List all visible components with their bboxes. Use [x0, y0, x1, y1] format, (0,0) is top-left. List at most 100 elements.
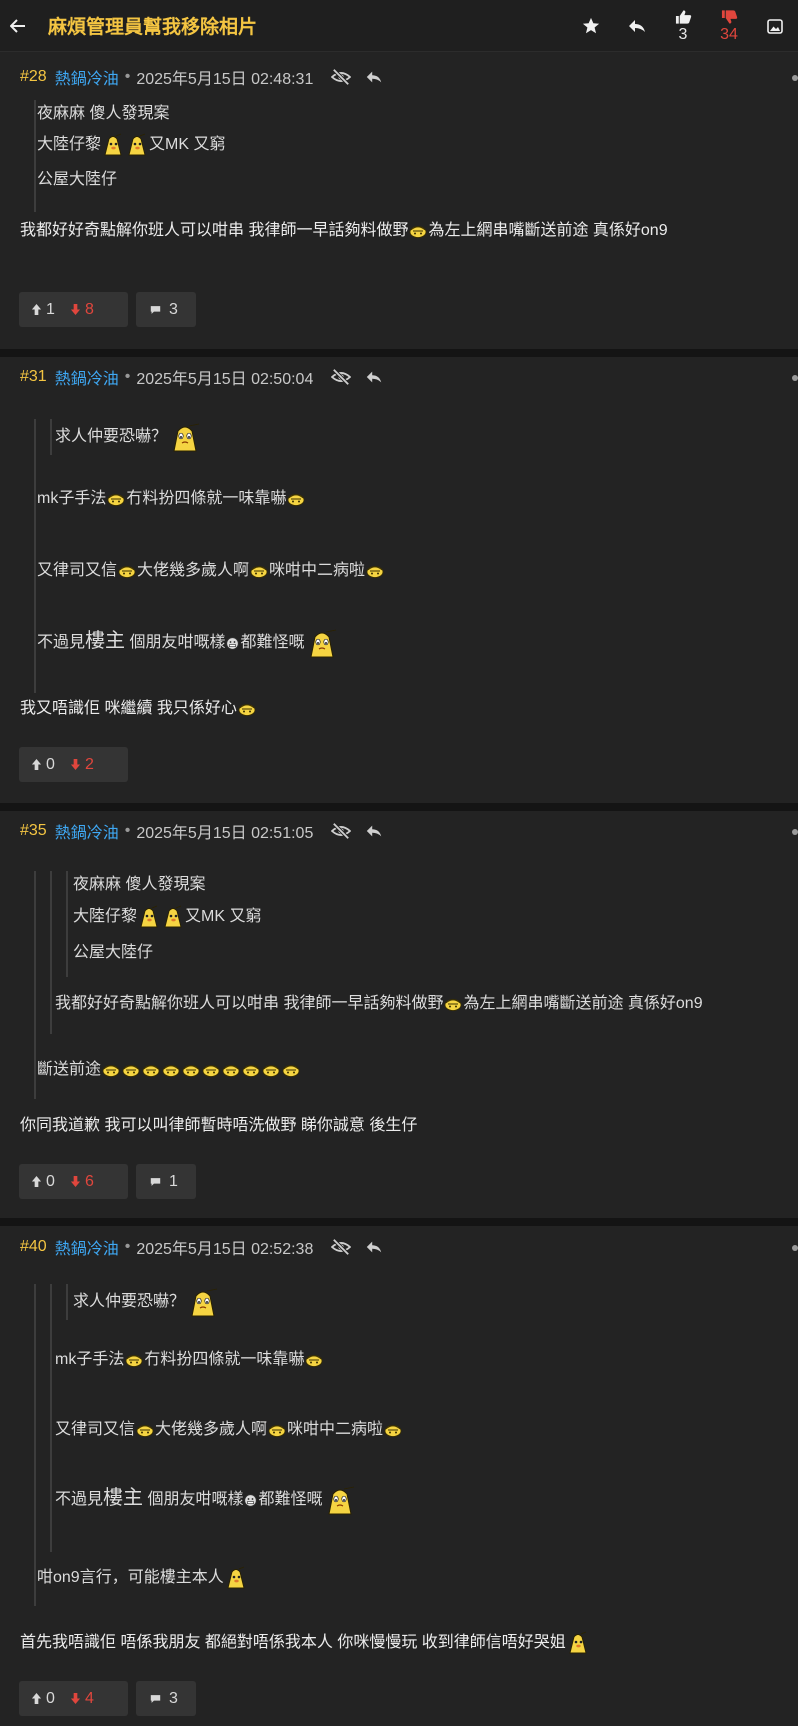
nested-quote-line: 夜麻麻 傻人發現案 [73, 876, 206, 893]
image-mode-button[interactable] [752, 0, 798, 52]
sweat-emoticon-icon [268, 1423, 286, 1437]
reply-icon [365, 822, 383, 840]
hide-post-button[interactable] [331, 368, 351, 386]
thread-upvote-count: 3 [678, 26, 688, 43]
quote-line: 大陸仔黎 又MK 又窮 [37, 133, 225, 157]
big-bird-emoticon-icon [169, 421, 201, 453]
post-divider [0, 349, 798, 357]
upvote-thread-button[interactable]: 3 [660, 0, 706, 52]
quote-reply-button[interactable] [365, 368, 383, 386]
sweat-emoticon-icon [262, 1063, 280, 1077]
sweat-emoticon-icon [238, 702, 256, 716]
post-timestamp: 2025年5月15日 02:50:04 [136, 371, 314, 388]
reply-icon [627, 16, 647, 36]
meta-separator: • [124, 1238, 131, 1255]
sweat-emoticon-icon [118, 564, 136, 578]
upvote-count: 1 [46, 300, 55, 318]
vote-buttons[interactable]: 1 8 [19, 292, 128, 327]
post-number[interactable]: #40 [20, 1238, 47, 1256]
post-meta: #31 熱鍋冷油 • 2025年5月15日 02:50:04 [20, 365, 383, 389]
quote-text: 不過見 [37, 634, 86, 652]
more-options-icon[interactable] [792, 829, 798, 835]
reply-thread-button[interactable] [614, 0, 660, 52]
downvote-count: 8 [85, 300, 94, 318]
nested-quote-border [66, 1284, 68, 1320]
nested-quote-line: 不過見樓主 個朋友咁嘅樣 都難怪嘅 [55, 1484, 358, 1516]
quote-reply-button[interactable] [365, 1238, 383, 1256]
vote-buttons[interactable]: 0 6 [19, 1164, 128, 1199]
upvote-arrow-icon [31, 758, 42, 771]
quote-reply-button[interactable] [365, 68, 383, 86]
nested-quote-line: 公屋大陸仔 [73, 944, 154, 961]
big-bird-emoticon-icon [306, 627, 338, 659]
post-author[interactable]: 熱鍋冷油 [55, 65, 119, 89]
upvote-arrow-icon [31, 1692, 42, 1705]
comment-count: 1 [169, 1172, 178, 1190]
nested-quote-border [50, 419, 52, 455]
quote-text: 大佬幾多歲人啊 [155, 1421, 268, 1438]
image-icon [767, 18, 783, 34]
post-meta: #40 熱鍋冷油 • 2025年5月15日 02:52:38 [20, 1235, 383, 1259]
bookmark-button[interactable] [568, 0, 614, 52]
highlight-text: 樓主 [85, 630, 126, 653]
eye-off-icon [331, 368, 351, 386]
more-options-icon[interactable] [792, 375, 798, 381]
hide-post-button[interactable] [331, 1238, 351, 1256]
nested-quote-border [66, 871, 68, 977]
comment-count: 3 [169, 1689, 178, 1707]
comment-button[interactable]: 3 [136, 292, 196, 327]
quote-text: 又MK 又窮 [185, 908, 262, 926]
post-number[interactable]: #31 [20, 368, 47, 386]
post-timestamp: 2025年5月15日 02:52:38 [136, 1241, 314, 1258]
downvote-count: 2 [85, 755, 94, 773]
vote-buttons[interactable]: 0 4 [19, 1681, 128, 1716]
more-options-icon[interactable] [792, 1245, 798, 1251]
sweat-emoticon-icon [250, 564, 268, 578]
nested-quote-line: 求人仲要恐嚇？ [55, 421, 203, 453]
big-bird-emoticon-icon [187, 1286, 219, 1318]
downvote-arrow-icon [70, 1692, 81, 1705]
quote-text: 個朋友咁嘅樣 [125, 634, 226, 652]
thread-downvote-count: 34 [720, 26, 738, 43]
more-options-icon[interactable] [792, 75, 798, 81]
quote-text: 我都好好奇點解你班人可以咁串 我律師一早話夠料做野 [55, 995, 444, 1012]
post: #28 熱鍋冷油 • 2025年5月15日 02:48:31 夜麻麻 傻人發現案… [0, 52, 798, 349]
top-bar: 麻煩管理員幫我移除相片 3 34 [0, 0, 798, 52]
post-divider [0, 1218, 798, 1226]
meta-separator: • [124, 822, 131, 839]
body-text: 為左上網串嘴斷送前途 真係好on9 [428, 222, 668, 239]
nested-quote-line: 大陸仔黎 又MK 又窮 [73, 905, 261, 929]
quote-border [34, 1284, 36, 1606]
hide-post-button[interactable] [331, 68, 351, 86]
nested-quote-line: 求人仲要恐嚇？ [73, 1286, 221, 1318]
yellow-bird-emoticon-icon [102, 133, 124, 157]
back-button[interactable] [0, 0, 36, 52]
post-timestamp: 2025年5月15日 02:48:31 [136, 71, 314, 88]
quote-text: 冇料扮四條就一味靠嚇 [126, 490, 287, 507]
quote-text: 大佬幾多歲人啊 [137, 562, 250, 579]
eye-off-icon [331, 822, 351, 840]
yellow-bird-emoticon-icon [126, 133, 148, 157]
post-author[interactable]: 熱鍋冷油 [55, 365, 119, 389]
downvote-thread-button[interactable]: 34 [706, 0, 752, 52]
body-text: 首先我唔識佢 唔係我朋友 都絕對唔係我本人 你咪慢慢玩 收到律師信唔好哭姐 [20, 1634, 566, 1652]
comment-button[interactable]: 1 [136, 1164, 196, 1199]
quote-line: 不過見樓主 個朋友咁嘅樣 都難怪嘅 [37, 627, 340, 659]
post-number[interactable]: #35 [20, 822, 47, 840]
post-number[interactable]: #28 [20, 68, 47, 86]
post-author[interactable]: 熱鍋冷油 [55, 819, 119, 843]
post-body: 首先我唔識佢 唔係我朋友 都絕對唔係我本人 你咪慢慢玩 收到律師信唔好哭姐 [20, 1631, 590, 1655]
hide-post-button[interactable] [331, 822, 351, 840]
post-author[interactable]: 熱鍋冷油 [55, 1235, 119, 1259]
yellow-bird-emoticon-icon [225, 1566, 247, 1590]
sweat-emoticon-icon [202, 1063, 220, 1077]
post-body: 我都好好奇點解你班人可以咁串 我律師一早話夠料做野 為左上網串嘴斷送前途 真係好o… [20, 219, 668, 243]
thumbs-up-icon [675, 10, 691, 24]
comment-button[interactable]: 3 [136, 1681, 196, 1716]
meta-separator: • [124, 368, 131, 385]
downvote-count: 6 [85, 1172, 94, 1190]
quote-reply-button[interactable] [365, 822, 383, 840]
thumbs-down-icon [721, 10, 737, 24]
vote-buttons[interactable]: 0 2 [19, 747, 128, 782]
quote-border [34, 100, 36, 212]
